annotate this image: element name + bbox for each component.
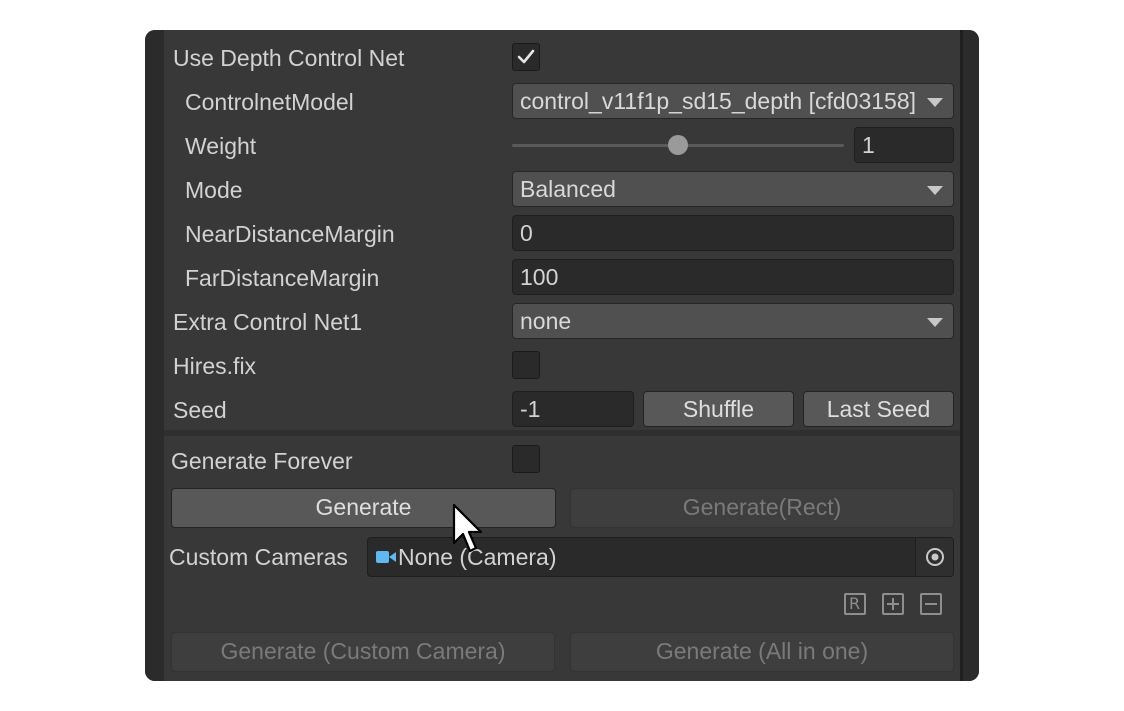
near-distance-margin-label: NearDistanceMargin bbox=[185, 221, 395, 247]
reorder-icon-label: R bbox=[849, 594, 861, 613]
right-scrollbar-gutter bbox=[960, 30, 979, 681]
camera-icon bbox=[376, 551, 396, 563]
controlnet-model-value: control_v11f1p_sd15_depth [cfd03158] bbox=[520, 88, 916, 114]
hires-fix-label: Hires.fix bbox=[173, 353, 257, 379]
generate-forever-label: Generate Forever bbox=[171, 448, 353, 474]
use-depth-label: Use Depth Control Net bbox=[173, 45, 405, 71]
generate-rect-button[interactable]: Generate(Rect) bbox=[570, 488, 954, 528]
weight-slider-thumb[interactable] bbox=[668, 135, 688, 155]
controlnet-model-label: ControlnetModel bbox=[185, 89, 354, 115]
inspector-content: Use Depth Control Net ControlnetModel co… bbox=[164, 30, 960, 681]
far-distance-margin-label: FarDistanceMargin bbox=[185, 265, 380, 291]
minus-icon bbox=[925, 603, 937, 605]
near-distance-margin-input[interactable]: 0 bbox=[512, 215, 954, 251]
seed-input[interactable]: -1 bbox=[512, 391, 634, 427]
seed-label: Seed bbox=[173, 397, 227, 423]
mode-label: Mode bbox=[185, 177, 243, 203]
generate-button[interactable]: Generate bbox=[171, 488, 556, 528]
shuffle-button[interactable]: Shuffle bbox=[643, 391, 794, 427]
reorder-icon[interactable]: R bbox=[844, 593, 866, 615]
object-picker-button[interactable] bbox=[915, 538, 953, 576]
mode-value: Balanced bbox=[520, 176, 616, 202]
generate-custom-camera-button[interactable]: Generate (Custom Camera) bbox=[171, 632, 555, 672]
far-distance-margin-input[interactable]: 100 bbox=[512, 259, 954, 295]
weight-input[interactable]: 1 bbox=[854, 127, 954, 163]
controlnet-model-dropdown[interactable]: control_v11f1p_sd15_depth [cfd03158] bbox=[512, 83, 954, 119]
hires-fix-checkbox[interactable] bbox=[512, 351, 540, 379]
inspector-panel: Use Depth Control Net ControlnetModel co… bbox=[145, 30, 979, 681]
chevron-down-icon bbox=[927, 318, 943, 327]
extra-control-net1-dropdown[interactable]: none bbox=[512, 303, 954, 339]
chevron-down-icon bbox=[927, 98, 943, 107]
generate-forever-checkbox[interactable] bbox=[512, 445, 540, 473]
use-depth-checkbox[interactable] bbox=[512, 43, 540, 71]
remove-item-icon[interactable] bbox=[920, 593, 942, 615]
object-picker-icon bbox=[926, 548, 944, 566]
left-border bbox=[145, 30, 164, 681]
generate-all-in-one-button[interactable]: Generate (All in one) bbox=[570, 632, 954, 672]
mouse-cursor-icon bbox=[452, 503, 483, 553]
last-seed-button[interactable]: Last Seed bbox=[803, 391, 954, 427]
extra-control-net1-label: Extra Control Net1 bbox=[173, 309, 363, 335]
mode-dropdown[interactable]: Balanced bbox=[512, 171, 954, 207]
check-icon bbox=[517, 49, 535, 64]
plus-icon bbox=[887, 598, 899, 610]
custom-cameras-label: Custom Cameras bbox=[169, 544, 348, 570]
add-item-icon[interactable] bbox=[882, 593, 904, 615]
chevron-down-icon bbox=[927, 186, 943, 195]
section-divider bbox=[164, 430, 960, 436]
weight-label: Weight bbox=[185, 133, 257, 159]
extra-control-net1-value: none bbox=[520, 308, 572, 334]
